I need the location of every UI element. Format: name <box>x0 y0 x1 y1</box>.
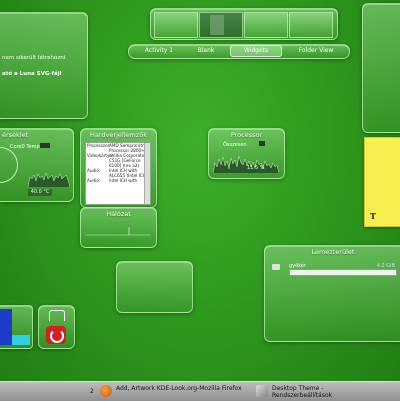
processor-widget: Processor Összesen 11.5 % <box>208 128 285 179</box>
hardware-title: Hardverjellemzők <box>90 131 147 139</box>
taskbar-item-label: Add, Artwork KDE-Look.org-Mozilla Firefo… <box>116 385 242 392</box>
lock-icon[interactable] <box>49 310 65 321</box>
power-icon <box>50 329 64 343</box>
battery-icon <box>0 309 12 345</box>
processor-value: 11.5 % <box>247 165 265 171</box>
temperature-bar <box>40 143 50 148</box>
note-line-2: ató a Luna SVG-fájl <box>2 71 62 77</box>
hardware-row: Videokártya: nVidia Corporation C51G [Ge… <box>86 153 150 168</box>
temperature-title: érséklet <box>2 131 29 139</box>
hardware-row: Audió: Intel ICH with ALC655 (Intel ICH) <box>86 168 150 178</box>
temperature-value: 40.0 °C <box>28 189 52 196</box>
tab-blank[interactable]: Blank <box>185 46 227 56</box>
temperature-sensor-label: Core0 Temp <box>10 144 40 150</box>
processor-title: Processor <box>230 131 263 139</box>
note-widget: nem sikerült létrehozni ató a Luna SVG-f… <box>0 12 88 119</box>
power-button[interactable] <box>46 326 66 344</box>
hardware-info-box[interactable]: Processzor: AMD Sempron(tm) Processor 28… <box>85 142 151 205</box>
taskbar-item-label: Desktop Theme - Rendszerbeállítások <box>272 385 333 399</box>
network-widget: Hálózat <box>80 207 157 248</box>
battery-fill <box>12 335 30 345</box>
disk-title: Lemezterület <box>311 248 355 256</box>
temperature-widget: érséklet Core0 Temp 40.0 °C <box>0 128 74 202</box>
note-line-1: nem sikerült létrehozni <box>2 55 66 61</box>
sticky-note[interactable]: T <box>364 137 400 227</box>
tab-folder-view[interactable]: Folder View <box>287 46 345 56</box>
desktop-pager <box>150 8 338 40</box>
right-widget <box>362 3 400 133</box>
network-title: Hálózat <box>106 210 131 218</box>
hardware-key: Videokártya: <box>87 153 114 158</box>
hardware-key: Audió: <box>87 168 101 173</box>
gauge-icon <box>0 147 18 183</box>
firefox-icon <box>100 385 112 397</box>
disk-usage-bar <box>289 269 397 276</box>
temperature-graph <box>28 172 70 187</box>
empty-widget <box>116 261 193 313</box>
text-format-icon[interactable]: T <box>370 211 376 221</box>
taskbar-item-firefox[interactable]: Add, Artwork KDE-Look.org-Mozilla Firefo… <box>98 383 250 400</box>
hardware-widget: Hardverjellemzők Processzor: AMD Sempron… <box>80 128 157 208</box>
power-widget <box>38 305 75 349</box>
pager-desktop-4[interactable] <box>289 12 333 38</box>
processor-label: Összesen <box>223 142 247 148</box>
activity-bar: Activity 1 Blank Widgets Folder View <box>128 44 350 59</box>
disk-widget: Lemezterület gyökér 4.2 GiB <box>264 245 400 342</box>
hardware-value: Intel ICH with <box>109 178 138 183</box>
processor-bar <box>259 141 265 146</box>
taskbar: 2 Add, Artwork KDE-Look.org-Mozilla Fire… <box>0 381 400 401</box>
tab-activity-1[interactable]: Activity 1 <box>135 46 183 56</box>
hardware-scrollbar[interactable] <box>144 143 150 204</box>
taskbar-item-settings[interactable]: Desktop Theme - Rendszerbeállítások <box>254 383 374 400</box>
processor-graph <box>213 155 279 173</box>
hardware-value: nVidia Corporation C51G [GeForce 6100] (… <box>109 153 149 168</box>
hardware-value: AMD Sempron(tm) Processor 2800+ <box>109 143 148 153</box>
hard-drive-icon <box>272 264 280 270</box>
hardware-value: Intel ICH with ALC655 (Intel ICH) <box>109 168 148 178</box>
desktop-number[interactable]: 2 <box>90 383 98 400</box>
network-graph <box>85 227 151 236</box>
pager-desktop-2[interactable] <box>199 12 243 38</box>
hardware-row: Processzor: AMD Sempron(tm) Processor 28… <box>86 143 150 153</box>
hardware-key: Processzor: <box>87 143 111 148</box>
pager-desktop-1[interactable] <box>154 12 198 38</box>
settings-icon <box>256 385 268 397</box>
pager-desktop-3[interactable] <box>244 12 288 38</box>
hardware-row: Audió: Intel ICH with <box>86 178 150 183</box>
tab-widgets[interactable]: Widgets <box>230 45 282 57</box>
battery-widget <box>0 305 33 349</box>
hardware-key: Audió: <box>87 178 101 183</box>
